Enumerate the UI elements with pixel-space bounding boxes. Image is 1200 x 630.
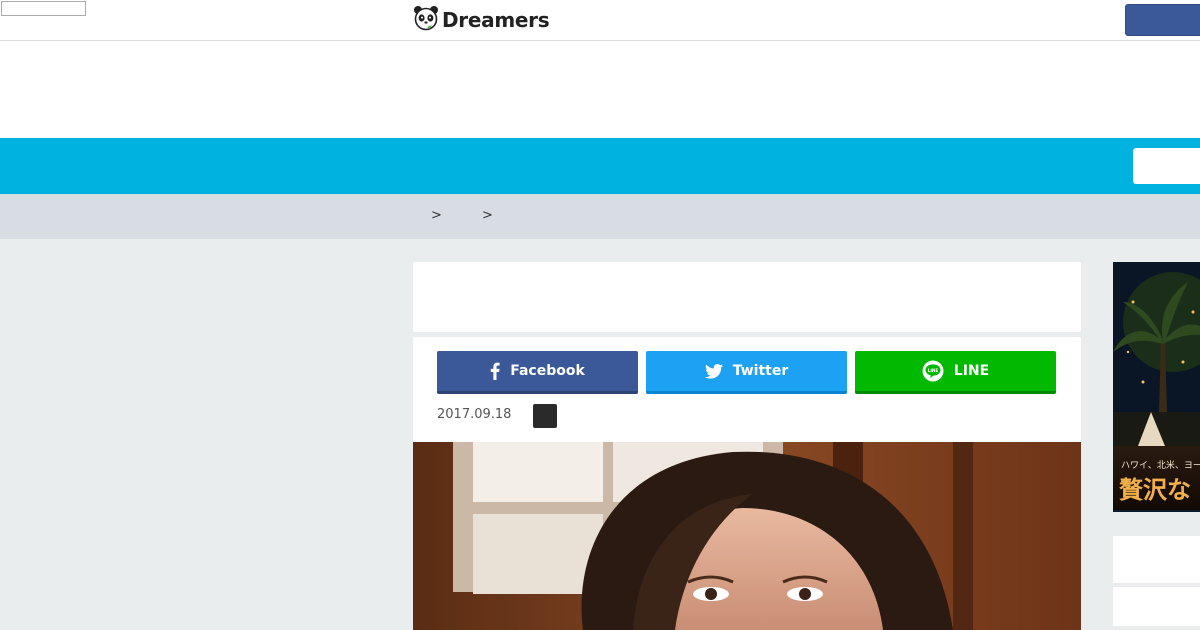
breadcrumb: > > (0, 194, 1200, 239)
nav-search-box[interactable] (1133, 148, 1200, 184)
sidebar-ad-banner[interactable]: ハワイ、北米、ヨー 贅沢な (1113, 262, 1200, 512)
breadcrumb-separator: > (431, 208, 442, 223)
facebook-share-button[interactable]: Facebook (437, 351, 638, 394)
category-nav-bar (0, 138, 1200, 194)
facebook-icon (490, 362, 500, 380)
post-date: 2017.09.18 (437, 407, 512, 422)
category-badge[interactable] (533, 404, 557, 428)
line-share-label: LINE (953, 363, 990, 379)
logo-text: Dreamers (442, 8, 550, 32)
search-input[interactable] (1, 1, 86, 16)
panda-icon (413, 5, 439, 35)
line-chat-icon: LINE (922, 360, 944, 382)
header-action-button[interactable] (1125, 4, 1200, 36)
article-title-card (413, 262, 1081, 332)
article-body-card: Facebook Twitter LINE LINE 2017.09.18 (413, 337, 1081, 630)
article-hero-image (413, 442, 1081, 630)
banner-headline: 贅沢な (1119, 475, 1191, 504)
twitter-bird-icon (704, 363, 723, 379)
sidebar-card[interactable] (1113, 587, 1200, 626)
ad-banner-area (0, 41, 1200, 138)
facebook-share-label: Facebook (510, 363, 585, 379)
sidebar-card[interactable] (1113, 536, 1200, 583)
line-share-button[interactable]: LINE LINE (855, 351, 1056, 394)
svg-text:LINE: LINE (927, 368, 938, 373)
twitter-share-label: Twitter (732, 363, 789, 379)
top-header: Dreamers (0, 0, 1200, 41)
site-logo[interactable]: Dreamers (413, 5, 550, 35)
twitter-share-button[interactable]: Twitter (646, 351, 847, 394)
breadcrumb-separator: > (482, 208, 493, 223)
